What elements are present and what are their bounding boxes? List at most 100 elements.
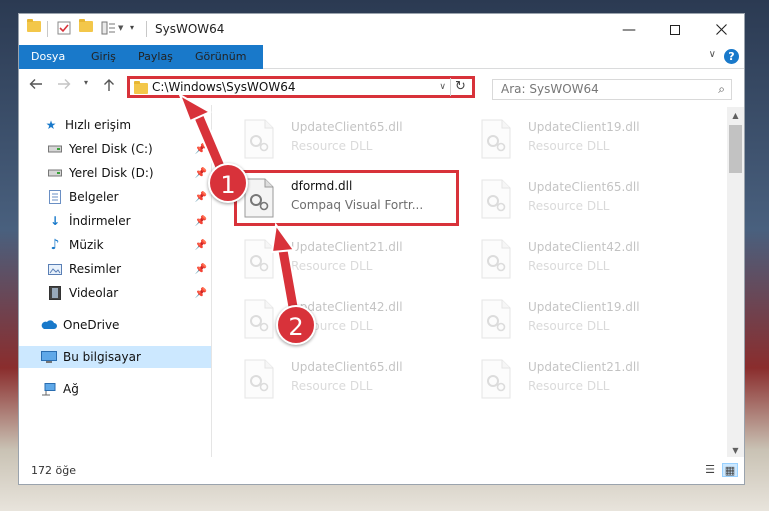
sidebar-item-label: İndirmeler bbox=[69, 214, 131, 228]
cloud-icon bbox=[41, 318, 57, 332]
file-item[interactable]: UpdateClient21.dll Resource DLL bbox=[476, 357, 696, 407]
file-item[interactable]: UpdateClient65.dll Resource DLL bbox=[476, 177, 696, 227]
file-item-dformd[interactable]: dformd.dll Compaq Visual Fortr... bbox=[234, 170, 459, 226]
checklist-icon bbox=[57, 21, 71, 35]
network-icon bbox=[41, 382, 57, 396]
file-description: Resource DLL bbox=[528, 139, 610, 153]
chevron-down-icon: ▾ bbox=[84, 78, 89, 87]
dll-file-icon bbox=[481, 239, 511, 279]
file-description: Compaq Visual Fortr... bbox=[291, 198, 424, 212]
folder-icon bbox=[27, 19, 41, 32]
refresh-icon: ↻ bbox=[455, 79, 466, 94]
drive-icon bbox=[47, 142, 63, 156]
step-2-badge: 2 bbox=[276, 305, 316, 345]
maximize-icon bbox=[670, 24, 680, 35]
address-path: C:\Windows\SysWOW64 bbox=[152, 80, 296, 94]
tab-home[interactable]: Giriş bbox=[91, 45, 116, 68]
step-1-badge: 1 bbox=[208, 163, 248, 203]
sidebar-item-music[interactable]: ♪ Müzik 📌 bbox=[19, 234, 211, 256]
sidebar-item-pictures[interactable]: Resimler 📌 bbox=[19, 258, 211, 280]
tab-share[interactable]: Paylaş bbox=[138, 45, 173, 68]
search-placeholder: Ara: SysWOW64 bbox=[501, 82, 599, 96]
dll-file-icon bbox=[481, 119, 511, 159]
navigation-bar: ▾ C:\Windows\SysWOW64 ∨ ↻ Ara: SysWOW64 … bbox=[19, 69, 744, 105]
file-name: UpdateClient65.dll bbox=[291, 120, 403, 134]
large-icons-view-button[interactable]: ▦ bbox=[722, 463, 738, 477]
view-toggle-button[interactable]: ▼ bbox=[101, 21, 123, 35]
pin-icon: 📌 bbox=[194, 263, 207, 275]
file-description: Resource DLL bbox=[528, 319, 610, 333]
dll-file-icon bbox=[481, 179, 511, 219]
file-item[interactable]: UpdateClient21.dll Resource DLL bbox=[239, 237, 459, 287]
minimize-button[interactable]: — bbox=[606, 14, 652, 45]
sidebar-item-onedrive[interactable]: OneDrive bbox=[19, 314, 211, 336]
address-dropdown-icon[interactable]: ∨ bbox=[439, 82, 446, 92]
file-item[interactable]: UpdateClient42.dll Resource DLL bbox=[476, 237, 696, 287]
properties-button[interactable] bbox=[57, 21, 71, 35]
details-view-button[interactable]: ☰ bbox=[702, 463, 718, 477]
expand-ribbon-icon[interactable]: ∨ bbox=[709, 49, 716, 60]
file-name: UpdateClient42.dll bbox=[528, 240, 640, 254]
scroll-thumb[interactable] bbox=[729, 125, 742, 173]
file-name: UpdateClient65.dll bbox=[291, 360, 403, 374]
close-button[interactable] bbox=[698, 14, 744, 45]
new-folder-button[interactable] bbox=[79, 19, 93, 32]
file-item[interactable]: UpdateClient65.dll Resource DLL bbox=[239, 117, 459, 167]
toolbar-divider bbox=[47, 21, 48, 37]
sidebar-item-label: Ağ bbox=[63, 382, 79, 396]
title-divider bbox=[146, 21, 147, 37]
up-button[interactable] bbox=[103, 78, 115, 96]
address-bar[interactable]: C:\Windows\SysWOW64 ∨ ↻ bbox=[127, 76, 475, 98]
chevron-down-icon: ▼ bbox=[118, 24, 124, 32]
sidebar-item-documents[interactable]: Belgeler 📌 bbox=[19, 186, 211, 208]
file-item[interactable]: UpdateClient19.dll Resource DLL bbox=[476, 117, 696, 167]
file-name: UpdateClient65.dll bbox=[528, 180, 640, 194]
sidebar-item-downloads[interactable]: ↓ İndirmeler 📌 bbox=[19, 210, 211, 232]
refresh-button[interactable]: ↻ bbox=[450, 78, 470, 96]
dll-file-icon bbox=[244, 119, 274, 159]
up-arrow-icon bbox=[104, 79, 114, 91]
sidebar-item-this-pc[interactable]: Bu bilgisayar bbox=[19, 346, 211, 368]
videos-icon bbox=[47, 286, 63, 300]
list-view-icon bbox=[101, 21, 115, 35]
vertical-scrollbar[interactable]: ▲ ▼ bbox=[727, 107, 744, 459]
maximize-button[interactable] bbox=[652, 14, 698, 45]
sidebar-item-label: Belgeler bbox=[69, 190, 119, 204]
sidebar-item-label: OneDrive bbox=[63, 318, 120, 332]
pin-icon: 📌 bbox=[194, 215, 207, 227]
file-description: Resource DLL bbox=[528, 379, 610, 393]
sidebar-item-label: Yerel Disk (C:) bbox=[69, 142, 153, 156]
sidebar-item-network[interactable]: Ağ bbox=[19, 378, 211, 400]
help-icon[interactable]: ? bbox=[724, 49, 739, 64]
customize-toolbar-button[interactable]: ▾ bbox=[130, 23, 134, 32]
dll-file-icon bbox=[244, 359, 274, 399]
sidebar-item-local-disk-c[interactable]: Yerel Disk (C:) 📌 bbox=[19, 138, 211, 160]
pane-divider[interactable] bbox=[211, 105, 212, 462]
forward-button[interactable] bbox=[57, 78, 71, 94]
file-description: Resource DLL bbox=[528, 259, 610, 273]
back-button[interactable] bbox=[29, 78, 43, 94]
search-icon: ⌕ bbox=[718, 82, 725, 96]
recent-locations-button[interactable]: ▾ bbox=[84, 78, 88, 87]
search-box[interactable]: Ara: SysWOW64 ⌕ bbox=[492, 79, 732, 100]
pin-icon: 📌 bbox=[194, 239, 207, 251]
file-description: Resource DLL bbox=[291, 379, 373, 393]
sidebar-item-quick-access[interactable]: ★ Hızlı erişim bbox=[19, 114, 211, 136]
tab-view[interactable]: Görünüm bbox=[195, 45, 246, 68]
sidebar-item-local-disk-d[interactable]: Yerel Disk (D:) 📌 bbox=[19, 162, 211, 184]
scroll-up-icon[interactable]: ▲ bbox=[727, 107, 744, 124]
file-description: Resource DLL bbox=[528, 199, 610, 213]
back-arrow-icon bbox=[29, 79, 42, 89]
dll-file-icon bbox=[244, 239, 274, 279]
status-bar: 172 öğe ☰ ▦ bbox=[19, 457, 744, 484]
file-description: Resource DLL bbox=[291, 259, 373, 273]
file-item[interactable]: UpdateClient65.dll Resource DLL bbox=[239, 357, 459, 407]
pin-icon: 📌 bbox=[194, 191, 207, 203]
details-view-icon: ☰ bbox=[705, 463, 715, 476]
file-item[interactable]: UpdateClient42.dll Resource DLL bbox=[239, 297, 459, 347]
sidebar-item-videos[interactable]: Videolar 📌 bbox=[19, 282, 211, 304]
file-name: UpdateClient19.dll bbox=[528, 120, 640, 134]
file-item[interactable]: UpdateClient19.dll Resource DLL bbox=[476, 297, 696, 347]
file-name: UpdateClient21.dll bbox=[528, 360, 640, 374]
large-icons-view-icon: ▦ bbox=[724, 464, 736, 477]
